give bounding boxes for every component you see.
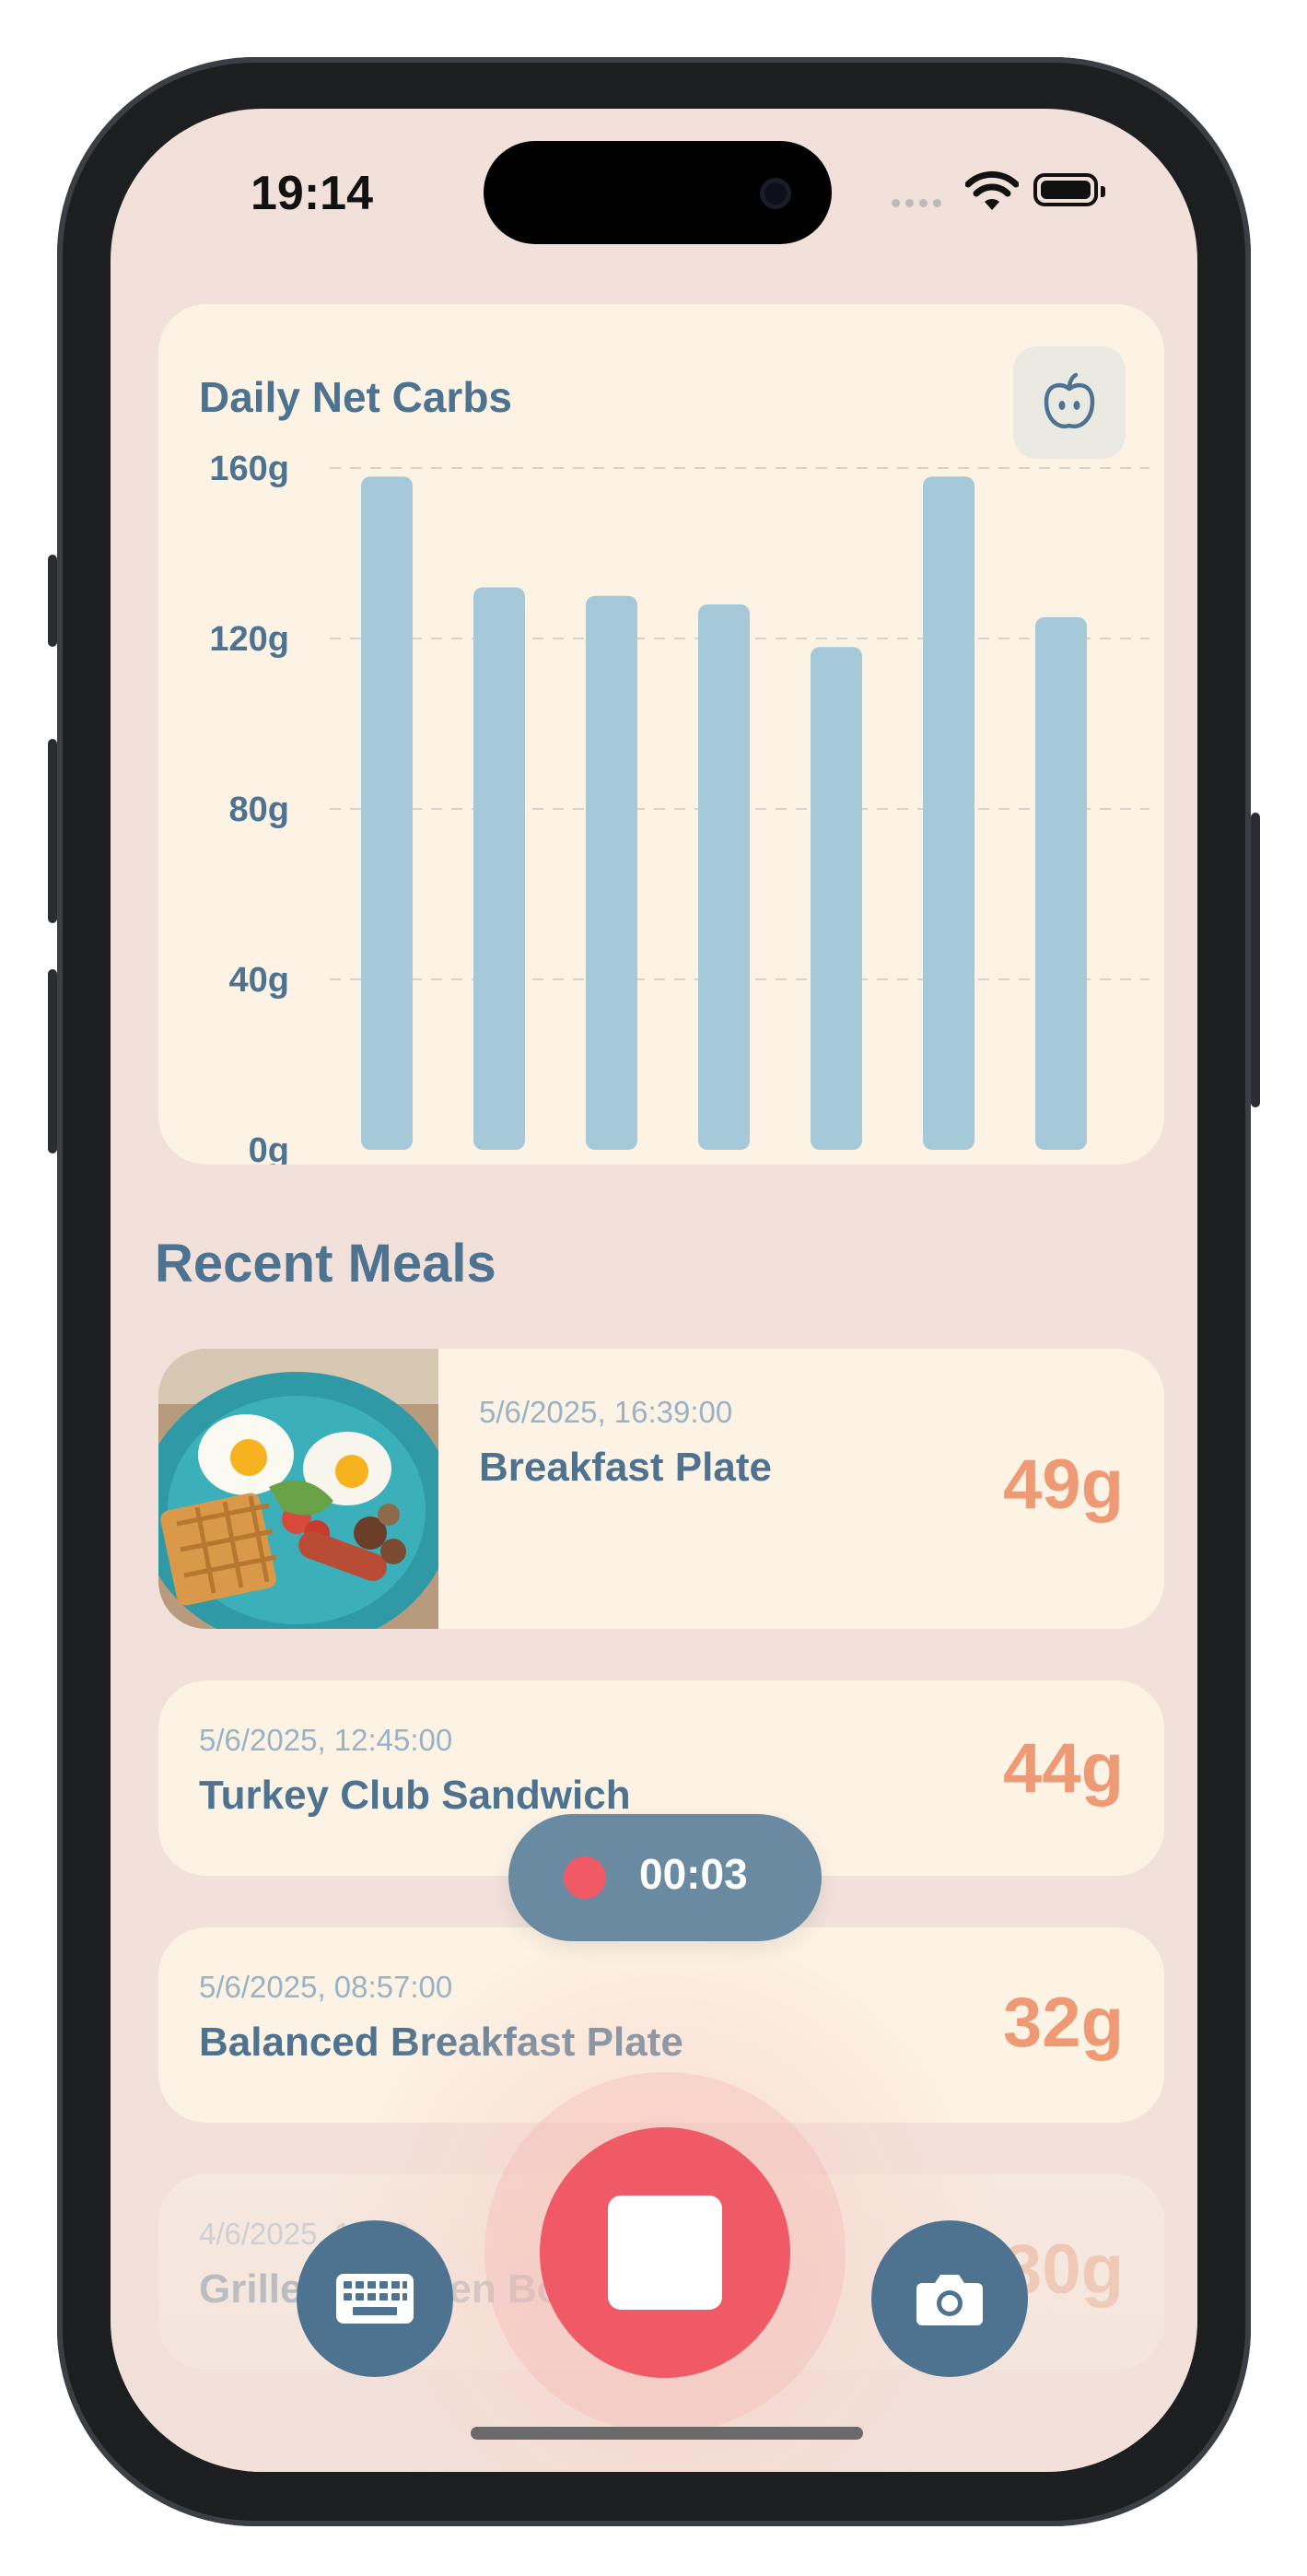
camera-icon (916, 2275, 983, 2325)
battery-icon (1033, 173, 1105, 206)
keyboard-icon (336, 2274, 414, 2324)
meal-carbs: 49g (1003, 1446, 1124, 1524)
meal-photo (158, 1349, 438, 1629)
meal-date: 5/6/2025, 12:45:00 (199, 1723, 453, 1757)
meal-name: Turkey Club Sandwich (199, 1773, 631, 1818)
y-tick-label: 40g (229, 961, 289, 1000)
recent-meals-title: Recent Meals (155, 1234, 496, 1294)
app-screen: 19:14 Daily Net Carbs 0g40g80g120g160gFS… (111, 109, 1197, 2472)
stop-recording-button[interactable] (540, 2127, 790, 2378)
wifi-icon (965, 170, 1019, 210)
recording-timer: 00:03 (508, 1814, 822, 1941)
meal-name: Breakfast Plate (479, 1445, 772, 1490)
meal-date: 5/6/2025, 08:57:00 (199, 1970, 453, 2004)
bar (811, 647, 862, 1150)
y-tick-label: 120g (209, 620, 289, 659)
meal-carbs: 44g (1003, 1729, 1124, 1808)
status-time: 19:14 (251, 167, 373, 220)
bar (586, 595, 637, 1150)
carbs-bar-chart: 0g40g80g120g160gFSSMTWT (209, 450, 1149, 1165)
power-button (1251, 813, 1260, 1107)
meal-carbs: 32g (1003, 1984, 1124, 2062)
y-tick-label: 80g (229, 790, 289, 829)
y-tick-label: 0g (249, 1131, 289, 1165)
stop-icon (608, 2195, 722, 2310)
bar (923, 476, 974, 1150)
status-bar: 19:14 (111, 109, 1197, 256)
volume-up-button (48, 739, 57, 923)
daily-carbs-card: Daily Net Carbs 0g40g80g120g160gFSSMTWT (158, 304, 1164, 1165)
action-button (48, 555, 57, 647)
meal-date: 5/6/2025, 16:39:00 (479, 1395, 733, 1429)
bar (1035, 616, 1087, 1150)
bar (698, 604, 750, 1150)
recording-dot-icon (564, 1856, 606, 1899)
timer-text: 00:03 (639, 1850, 748, 1898)
volume-down-button (48, 969, 57, 1153)
dynamic-island (484, 141, 832, 244)
bar (473, 587, 525, 1150)
keyboard-button[interactable] (297, 2220, 453, 2377)
bar (361, 476, 413, 1150)
signal-icon (892, 199, 941, 207)
meal-card[interactable]: 5/6/2025, 16:39:00 Breakfast Plate 49g (158, 1349, 1164, 1629)
camera-button[interactable] (871, 2220, 1028, 2377)
y-tick-label: 160g (209, 450, 289, 488)
home-indicator (471, 2427, 863, 2440)
